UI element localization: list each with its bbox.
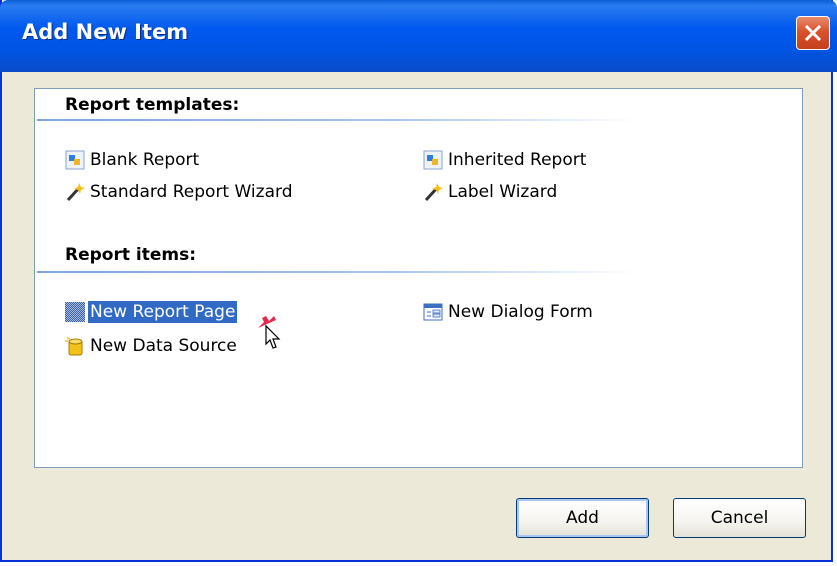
items-panel: Report templates: Blank Report Inherited… [34, 88, 803, 468]
section-divider [37, 271, 637, 273]
close-button[interactable] [796, 16, 830, 50]
blank-report-icon [65, 150, 85, 170]
item-new-data-source[interactable]: New Data Source [65, 333, 239, 359]
add-button[interactable]: Add [516, 498, 649, 538]
mouse-pointer-icon [256, 314, 290, 368]
item-blank-report[interactable]: Blank Report [65, 147, 201, 173]
item-new-report-page[interactable]: New Report Page [65, 299, 238, 325]
wizard-wand-icon [423, 182, 443, 202]
close-icon [804, 24, 822, 42]
section-header-templates: Report templates: [65, 95, 240, 115]
add-new-item-dialog: Add New Item Report templates: Blank Rep… [0, 0, 837, 562]
section-divider [37, 119, 637, 121]
item-label: New Report Page [88, 301, 238, 323]
inherited-report-icon [423, 150, 443, 170]
item-label: Label Wizard [448, 182, 558, 202]
wizard-wand-icon [65, 182, 85, 202]
item-label: New Data Source [90, 336, 237, 356]
data-source-icon [65, 336, 85, 356]
item-label: Standard Report Wizard [90, 182, 293, 202]
item-label: New Dialog Form [448, 302, 593, 322]
item-inherited-report[interactable]: Inherited Report [423, 147, 588, 173]
cancel-button[interactable]: Cancel [673, 498, 806, 538]
section-header-report-items: Report items: [65, 245, 197, 265]
item-label: Inherited Report [448, 150, 587, 170]
window-title: Add New Item [22, 20, 189, 44]
title-bar[interactable]: Add New Item [0, 0, 837, 72]
item-standard-report-wizard[interactable]: Standard Report Wizard [65, 179, 294, 205]
dialog-form-icon [423, 302, 443, 322]
item-label-wizard[interactable]: Label Wizard [423, 179, 559, 205]
item-label: Blank Report [90, 150, 200, 170]
item-new-dialog-form[interactable]: New Dialog Form [423, 299, 595, 325]
report-page-icon [65, 302, 85, 322]
